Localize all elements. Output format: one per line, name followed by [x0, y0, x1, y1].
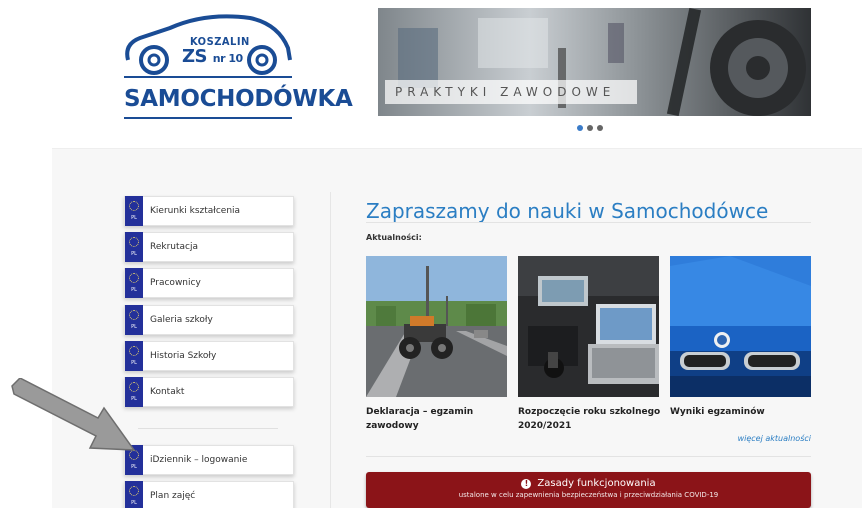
eu-flag-icon: PL	[125, 268, 143, 298]
news-image-deklaracja[interactable]	[366, 256, 507, 397]
eu-flag-icon: PL	[125, 196, 143, 226]
flag-badge: PL	[131, 500, 137, 506]
sidebar-item-galeria[interactable]: PL Galeria szkoły	[124, 305, 294, 335]
logo-school-suffix: nr 10	[212, 52, 243, 65]
logo-school-prefix: ZS	[182, 46, 208, 67]
flag-badge: PL	[131, 251, 137, 257]
sidebar-item-label: Pracownicy	[150, 278, 201, 288]
flag-badge: PL	[131, 287, 137, 293]
news-divider	[366, 456, 811, 457]
title-divider	[366, 222, 811, 223]
sidebar-item-idziennik[interactable]: PL iDziennik – logowanie	[124, 445, 294, 475]
more-news-link[interactable]: więcej aktualności	[711, 434, 811, 443]
covid-title: Zasady funkcjonowania	[537, 478, 656, 489]
news-image-rozpoczecie[interactable]	[518, 256, 659, 397]
covid-subtitle: ustalone w celu zapewnienia bezpieczeńst…	[458, 491, 719, 499]
banner-caption: PRAKTYKI ZAWODOWE	[385, 80, 637, 104]
news-section-label: Aktualności:	[366, 233, 422, 242]
column-divider	[330, 192, 331, 508]
flag-badge: PL	[131, 215, 137, 221]
logo-name: SAMOCHODÓWKA	[124, 86, 353, 112]
sidebar-item-kierunki[interactable]: PL Kierunki kształcenia	[124, 196, 294, 226]
logo-divider	[124, 76, 292, 78]
slider-dot-active[interactable]	[577, 125, 583, 131]
flag-badge: PL	[131, 360, 137, 366]
sidebar-item-kontakt[interactable]: PL Kontakt	[124, 377, 294, 407]
info-icon: !	[521, 478, 532, 489]
sidebar-item-rekrutacja[interactable]: PL Rekrutacja	[124, 232, 294, 262]
sidebar-item-pracownicy[interactable]: PL Pracownicy	[124, 268, 294, 298]
eu-flag-icon: PL	[125, 232, 143, 262]
pointer-arrow-icon	[11, 378, 136, 451]
covid-rules-banner[interactable]: ! Zasady funkcjonowania ustalone w celu …	[366, 472, 811, 508]
sidebar-item-label: Plan zajęć	[150, 491, 196, 501]
news-title-deklaracja[interactable]: Deklaracja – egzamin zawodowy	[366, 405, 511, 433]
logo-school-number: ZS nr 10	[182, 46, 243, 67]
page-title: Zapraszamy do nauki w Samochodówce	[366, 199, 769, 223]
sidebar-item-label: Galeria szkoły	[150, 315, 213, 325]
slider-dot[interactable]	[597, 125, 603, 131]
flag-badge: PL	[131, 324, 137, 330]
sidebar-item-label: Rekrutacja	[150, 242, 199, 252]
page: KOSZALIN ZS nr 10 SAMOCHODÓWKA PRAKTYKI …	[0, 0, 862, 508]
school-logo[interactable]: KOSZALIN ZS nr 10 SAMOCHODÓWKA	[118, 8, 353, 124]
sidebar-separator	[138, 428, 278, 429]
sidebar-item-label: Historia Szkoły	[150, 351, 217, 361]
banner-slider[interactable]: PRAKTYKI ZAWODOWE	[378, 8, 811, 116]
eu-flag-icon: PL	[125, 305, 143, 335]
sidebar-item-label: iDziennik – logowanie	[150, 455, 248, 465]
flag-badge: PL	[131, 464, 137, 470]
sidebar-item-label: Kierunki kształcenia	[150, 206, 241, 216]
slider-dot[interactable]	[587, 125, 593, 131]
logo-divider	[124, 117, 292, 119]
news-image-wyniki[interactable]	[670, 256, 811, 397]
slider-dots	[577, 125, 603, 131]
sidebar-item-plan-zajec[interactable]: PL Plan zajęć	[124, 481, 294, 508]
news-title-wyniki[interactable]: Wyniki egzaminów	[670, 405, 815, 419]
eu-flag-icon: PL	[125, 341, 143, 371]
sidebar-item-label: Kontakt	[150, 387, 185, 397]
eu-flag-icon: PL	[125, 481, 143, 508]
sidebar-item-historia[interactable]: PL Historia Szkoły	[124, 341, 294, 371]
covid-title-row: ! Zasady funkcjonowania	[366, 478, 811, 489]
news-title-rozpoczecie[interactable]: Rozpoczęcie roku szkolnego 2020/2021	[518, 405, 663, 433]
